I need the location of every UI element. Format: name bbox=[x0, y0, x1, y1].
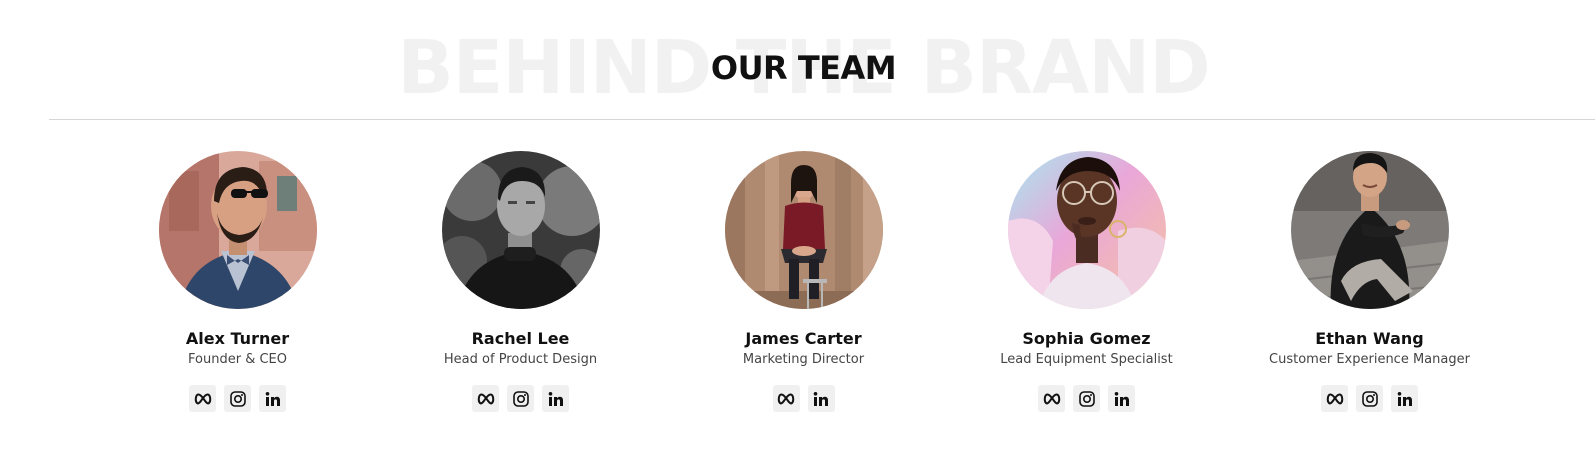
instagram-link-button[interactable] bbox=[224, 385, 251, 412]
team-member-card: James Carter Marketing Director bbox=[662, 151, 945, 412]
social-links bbox=[1228, 385, 1511, 412]
linkedin-icon bbox=[1397, 391, 1412, 406]
meta-link-button[interactable] bbox=[1321, 385, 1348, 412]
meta-icon bbox=[194, 393, 211, 404]
linkedin-icon bbox=[265, 391, 280, 406]
meta-icon bbox=[1043, 393, 1060, 404]
instagram-icon bbox=[1361, 390, 1378, 407]
meta-icon bbox=[477, 393, 494, 404]
social-links bbox=[662, 385, 945, 412]
member-role: Head of Product Design bbox=[443, 352, 598, 367]
instagram-link-button[interactable] bbox=[1356, 385, 1383, 412]
team-member-card: Alex Turner Founder & CEO bbox=[96, 151, 379, 412]
linkedin-link-button[interactable] bbox=[542, 385, 569, 412]
meta-link-button[interactable] bbox=[189, 385, 216, 412]
team-member-card: Sophia Gomez Lead Equipment Specialist bbox=[945, 151, 1228, 412]
member-name: Sophia Gomez bbox=[1022, 329, 1151, 348]
linkedin-icon bbox=[548, 391, 563, 406]
avatar bbox=[1290, 151, 1449, 309]
avatar bbox=[441, 151, 600, 309]
team-member-card: Rachel Lee Head of Product Design bbox=[379, 151, 662, 412]
linkedin-link-button[interactable] bbox=[1108, 385, 1135, 412]
member-role: Founder & CEO bbox=[188, 352, 287, 367]
social-links bbox=[945, 385, 1228, 412]
instagram-link-button[interactable] bbox=[507, 385, 534, 412]
team-member-card: Ethan Wang Customer Experience Manager bbox=[1228, 151, 1511, 412]
section-title: OUR TEAM bbox=[710, 49, 897, 87]
instagram-icon bbox=[512, 390, 529, 407]
member-role: Lead Equipment Specialist bbox=[1000, 352, 1173, 367]
meta-icon bbox=[1326, 393, 1343, 404]
member-role: Marketing Director bbox=[742, 352, 865, 367]
meta-link-button[interactable] bbox=[1038, 385, 1065, 412]
linkedin-icon bbox=[1114, 391, 1129, 406]
avatar bbox=[158, 151, 317, 309]
linkedin-link-button[interactable] bbox=[807, 385, 835, 412]
member-role: Customer Experience Manager bbox=[1269, 352, 1470, 367]
social-links bbox=[379, 385, 662, 412]
meta-link-button[interactable] bbox=[772, 385, 800, 412]
linkedin-link-button[interactable] bbox=[259, 385, 286, 412]
meta-icon bbox=[777, 393, 795, 404]
linkedin-icon bbox=[813, 391, 828, 406]
member-name: Alex Turner bbox=[185, 329, 290, 348]
linkedin-link-button[interactable] bbox=[1391, 385, 1418, 412]
team-section-header: BEHIND THE BRAND OUR TEAM bbox=[0, 0, 1595, 120]
instagram-icon bbox=[229, 390, 246, 407]
instagram-icon bbox=[1078, 390, 1095, 407]
section-divider bbox=[49, 119, 1595, 120]
avatar bbox=[1007, 151, 1166, 309]
member-name: James Carter bbox=[745, 329, 862, 348]
instagram-link-button[interactable] bbox=[1073, 385, 1100, 412]
meta-link-button[interactable] bbox=[472, 385, 499, 412]
social-links bbox=[96, 385, 379, 412]
member-name: Rachel Lee bbox=[471, 329, 570, 348]
avatar bbox=[724, 151, 883, 309]
member-name: Ethan Wang bbox=[1315, 329, 1424, 348]
